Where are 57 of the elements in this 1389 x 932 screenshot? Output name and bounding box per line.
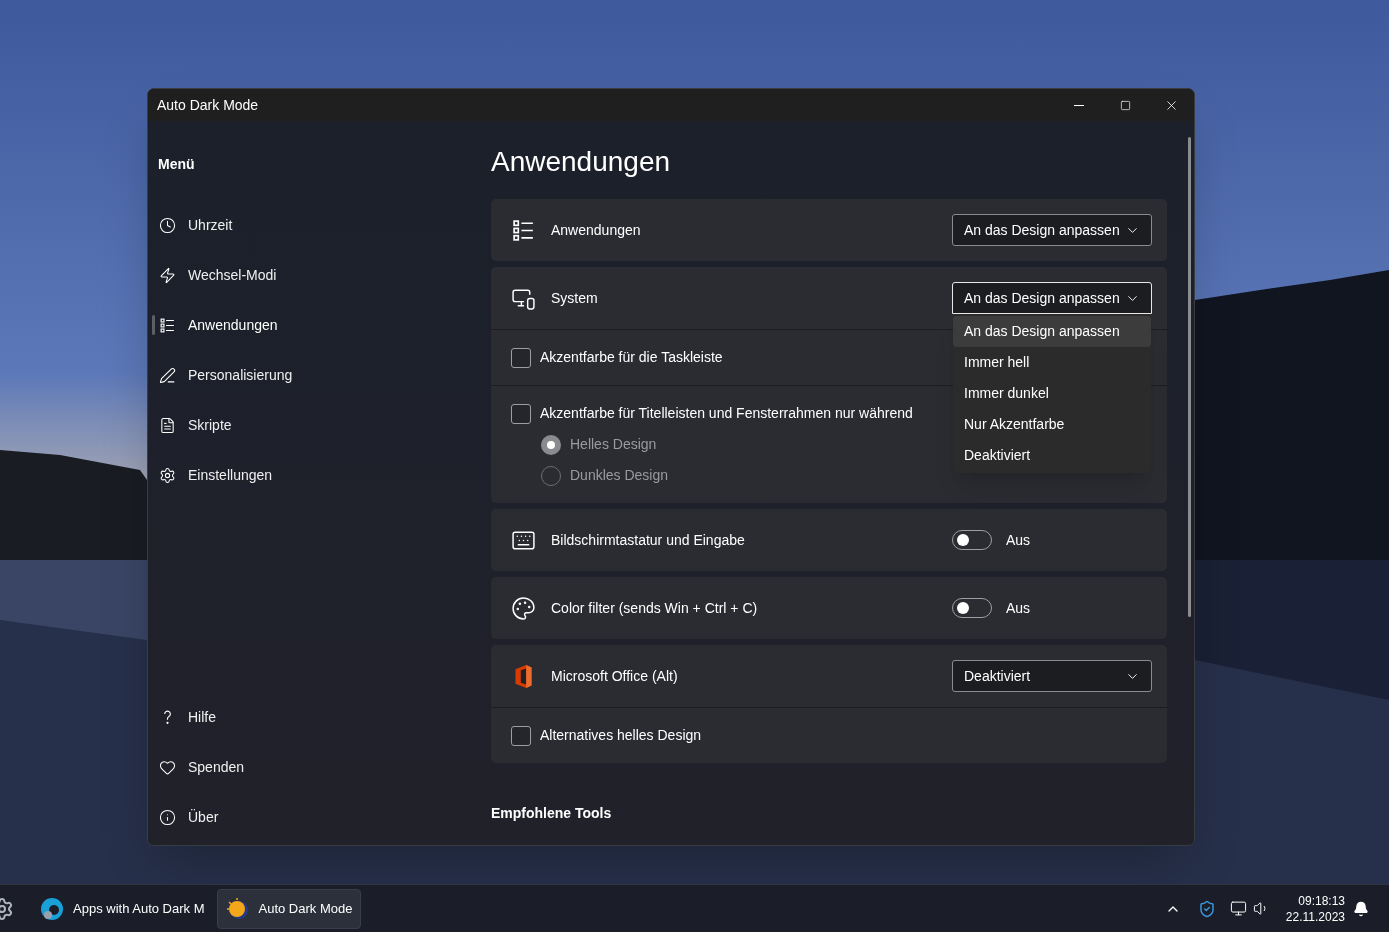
checkbox-label: Alternatives helles Design	[540, 726, 702, 745]
dropdown-option[interactable]: Immer dunkel	[953, 378, 1151, 409]
nav-item[interactable]: Uhrzeit	[188, 214, 233, 236]
checkbox[interactable]	[511, 403, 531, 424]
dropdown-option[interactable]: Nur Akzentfarbe	[953, 409, 1151, 440]
section-heading: Empfohlene Tools	[491, 804, 613, 823]
nav-item[interactable]: Spenden	[188, 756, 245, 778]
setting-label: System	[551, 288, 599, 308]
sun-moon-icon	[225, 896, 250, 921]
document-icon	[159, 416, 176, 434]
page-title: Anwendungen	[491, 145, 672, 179]
taskbar-app[interactable]: Apps with Auto Dark M	[32, 888, 213, 929]
nav-item[interactable]: Skripte	[188, 414, 232, 436]
minimize-icon	[1074, 104, 1084, 106]
taskbar-app[interactable]: Auto Dark Mode	[216, 888, 362, 929]
setting-label: Bildschirmtastatur und Eingabe	[551, 530, 746, 550]
nav-item[interactable]: Einstellungen	[188, 464, 273, 486]
list-icon	[159, 316, 176, 334]
checkbox-label: Akzentfarbe für die Taskleiste	[540, 348, 723, 367]
checkbox-label: Akzentfarbe für Titelleisten und Fensterrahmen nur während	[540, 404, 913, 423]
heart-icon	[159, 758, 176, 776]
maximize-icon	[1119, 99, 1131, 111]
settings-icon	[159, 466, 176, 484]
window-title: Auto Dark Mode	[157, 95, 260, 115]
clock-time[interactable]: 09:18:13	[1298, 892, 1345, 909]
dropdown-option[interactable]: An das Design anpassen	[953, 316, 1151, 347]
menu-heading: Menü	[158, 155, 196, 174]
setting-label: Anwendungen	[551, 220, 642, 240]
clock-icon	[159, 216, 176, 234]
palette-icon	[511, 595, 536, 621]
radio-label: Dunkles Design	[570, 466, 669, 485]
toggle-state: Aus	[1006, 530, 1031, 550]
monitor-icon[interactable]	[1229, 900, 1247, 917]
nav-item[interactable]: Wechsel-Modi	[188, 264, 277, 286]
dropdown-option[interactable]: Deaktiviert	[953, 440, 1151, 471]
dropdown-option[interactable]: Immer hell	[953, 347, 1151, 378]
info-icon	[159, 808, 176, 826]
pen-icon	[159, 366, 176, 384]
nav-item[interactable]: Über	[188, 806, 219, 828]
checkbox[interactable]	[511, 725, 531, 746]
checkbox[interactable]	[511, 347, 531, 368]
dropdown[interactable]: An das Design anpassen	[952, 214, 1152, 246]
lightning-icon	[159, 266, 176, 284]
bell-icon[interactable]	[1353, 900, 1369, 917]
shield-icon[interactable]	[1197, 899, 1216, 918]
setting-label: Color filter (sends Win + Ctrl + C)	[551, 598, 759, 618]
clock-date[interactable]: 22.11.2023	[1285, 908, 1345, 925]
nav-item[interactable]: Anwendungen	[188, 314, 278, 336]
nav-item[interactable]: Personalisierung	[188, 364, 293, 386]
setting-label: Microsoft Office (Alt)	[551, 666, 679, 686]
browser-icon	[40, 896, 64, 921]
toggle-state: Aus	[1006, 598, 1031, 618]
dropdown[interactable]: An das Design anpassen	[952, 282, 1152, 314]
dropdown[interactable]: Deaktiviert	[952, 660, 1152, 692]
radio-label: Helles Design	[570, 435, 657, 454]
nav-item[interactable]: Hilfe	[188, 706, 216, 728]
list-icon	[511, 217, 536, 243]
